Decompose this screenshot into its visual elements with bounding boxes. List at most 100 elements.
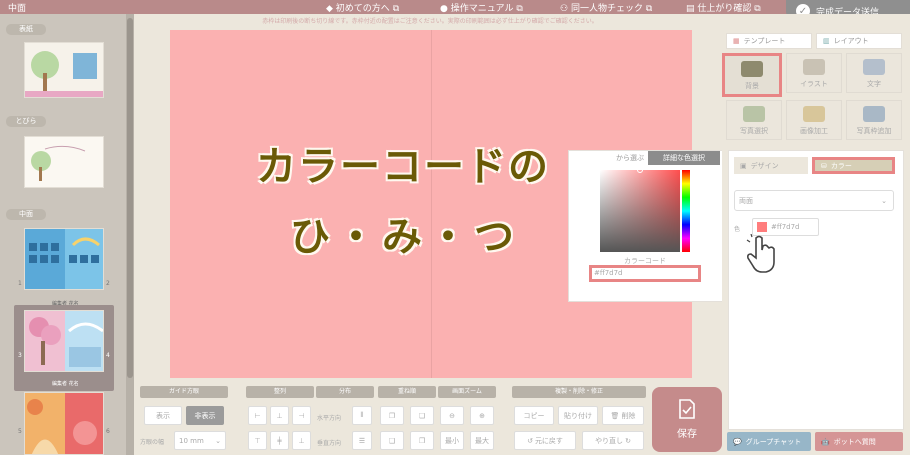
page-list-scrollbar[interactable] <box>126 14 134 455</box>
group-distribute: 分布 水平方向 ⫴ 垂直方向 ☰ <box>316 386 374 455</box>
page-number: 4 <box>106 352 110 359</box>
grid-width-label: 方眼の幅 <box>140 439 165 446</box>
group-title: 複製・削除・修正 <box>512 386 646 398</box>
saturation-value-picker[interactable] <box>600 170 680 252</box>
link-preview[interactable]: ▤ 仕上がり確認 ⧉ <box>686 1 761 14</box>
distribute-vertical-label: 垂直方向 <box>317 440 342 447</box>
group-title: 整列 <box>246 386 314 398</box>
zoom-out-button[interactable]: ⊖ <box>440 406 464 425</box>
target-page-select[interactable]: 両面 ⌄ <box>734 190 894 211</box>
image-edit-icon <box>803 106 825 122</box>
align-top-icon: ⊤ <box>254 436 261 445</box>
distribute-horizontal-icon: ⫴ <box>360 411 364 419</box>
tool-image-edit[interactable]: 画像加工 <box>786 100 842 140</box>
thumbnail-pages-5-6[interactable] <box>24 392 104 455</box>
color-swatch <box>757 222 767 232</box>
align-center-button[interactable]: ⊥ <box>270 406 289 425</box>
align-left-button[interactable]: ⊢ <box>248 406 267 425</box>
zoom-min-button[interactable]: 最小 <box>440 431 464 450</box>
external-link-icon: ⧉ <box>645 4 653 14</box>
send-backward-button[interactable]: ❑ <box>380 431 404 450</box>
tool-text[interactable]: 文字 <box>846 53 902 93</box>
chevron-down-icon: ⌄ <box>881 196 887 205</box>
group-title: 重ね順 <box>378 386 436 398</box>
thumbnail-cover[interactable] <box>24 42 104 98</box>
group-layer-order: 重ね順 ❐ ❏ ❑ ❒ <box>378 386 436 455</box>
cover-thumbnail-art <box>25 43 103 97</box>
template-icon: ▦ <box>733 37 740 45</box>
align-right-button[interactable]: ⊣ <box>292 406 311 425</box>
guide-show-button[interactable]: 表示 <box>144 406 182 425</box>
zoom-max-button[interactable]: 最大 <box>470 431 494 450</box>
undo-icon: ↺ <box>527 436 533 445</box>
tool-add-photo-frame[interactable]: 写真枠追加 <box>846 100 902 140</box>
design-icon: ▣ <box>740 161 747 170</box>
paste-button[interactable]: 貼り付け <box>558 406 598 425</box>
trim-notice: 赤枠は印刷後の断ち切り線です。赤枠付近の配置はご注意ください。実際の印刷範囲は必… <box>262 18 598 25</box>
tool-photo-select[interactable]: 写真選択 <box>726 100 782 140</box>
scrollbar-thumb[interactable] <box>127 18 133 378</box>
pages-3-4-thumbnail-art <box>25 311 103 371</box>
tab-palette[interactable]: から選ぶ <box>573 151 648 165</box>
group-guide-grid: ガイド方眼 表示 非表示 方眼の幅 10 mm ⌄ <box>140 386 228 455</box>
bring-to-front-button[interactable]: ❐ <box>380 406 404 425</box>
tab-detailed-color[interactable]: 詳細な色選択 <box>648 151 720 165</box>
color-code-value: #ff7d7d <box>594 269 623 277</box>
page-number: 1 <box>18 280 22 287</box>
hue-slider[interactable] <box>682 170 690 252</box>
thumbnail-pages-1-2[interactable] <box>24 228 104 290</box>
undo-button[interactable]: ↺ 元に戻す <box>514 431 576 450</box>
save-button[interactable]: 保存 <box>652 387 722 452</box>
align-middle-icon: ╪ <box>277 436 282 445</box>
page-number: 2 <box>106 280 110 287</box>
align-top-button[interactable]: ⊤ <box>248 431 267 450</box>
link-same-person-check[interactable]: ⚇ 同一人物チェック ⧉ <box>560 1 652 14</box>
grid-width-select[interactable]: 10 mm ⌄ <box>174 431 226 450</box>
tab-layouts[interactable]: ▥ レイアウト <box>816 33 902 49</box>
ask-bot-button[interactable]: 🤖 ボットへ質問 <box>815 432 903 451</box>
align-middle-button[interactable]: ╪ <box>270 431 289 450</box>
send-backward-icon: ❑ <box>388 436 396 445</box>
pages-5-6-thumbnail-art <box>25 393 103 454</box>
page-list-panel: 表紙 とびら 中面 1 2 編集者 花名 3 4 編集者 花名 5 6 <box>0 14 126 455</box>
tab-templates[interactable]: ▦ テンプレート <box>726 33 812 49</box>
align-bottom-button[interactable]: ⊥ <box>292 431 311 450</box>
copy-button[interactable]: コピー <box>514 406 554 425</box>
book-icon: ▤ <box>686 4 695 14</box>
section-tag-inner-pages: 中面 <box>6 209 46 220</box>
people-icon: ⚇ <box>560 4 569 14</box>
bring-forward-button[interactable]: ❏ <box>410 406 434 425</box>
link-manual[interactable]: ● 操作マニュアル ⧉ <box>440 1 523 14</box>
page-number: 3 <box>18 352 22 359</box>
external-link-icon: ⧉ <box>516 4 523 14</box>
link-first-time[interactable]: ◆ 初めての方へ ⧉ <box>326 1 399 14</box>
pointer-hand-icon <box>746 234 775 273</box>
external-link-icon: ⧉ <box>392 4 400 14</box>
zoom-out-icon: ⊖ <box>449 411 455 420</box>
trash-icon: 🗑 <box>610 411 620 420</box>
zoom-in-button[interactable]: ⊕ <box>470 406 494 425</box>
picker-handle[interactable] <box>637 167 643 173</box>
paint-bucket-icon: ⛁ <box>821 161 827 170</box>
distribute-vertical-icon: ☰ <box>358 436 366 445</box>
bring-front-icon: ❐ <box>388 411 396 420</box>
subtab-color[interactable]: ⛁ カラー <box>812 157 895 174</box>
pages-1-2-thumbnail-art <box>25 229 103 289</box>
background-icon <box>741 61 763 77</box>
subtab-design[interactable]: ▣ デザイン <box>734 157 808 174</box>
send-to-back-button[interactable]: ❒ <box>410 431 434 450</box>
delete-button[interactable]: 🗑 削除 <box>602 406 644 425</box>
distribute-horizontal-button[interactable]: ⫴ <box>352 406 372 425</box>
thumbnail-title-page[interactable] <box>24 136 104 188</box>
guide-hide-button[interactable]: 非表示 <box>186 406 224 425</box>
thumbnail-pages-3-4[interactable] <box>24 310 104 372</box>
tool-illustration[interactable]: イラスト <box>786 53 842 93</box>
tool-background[interactable]: 背景 <box>722 53 782 97</box>
color-code-input[interactable]: #ff7d7d <box>589 265 701 282</box>
group-chat-button[interactable]: 💬 グループチャット <box>727 432 811 451</box>
zoom-in-icon: ⊕ <box>479 411 485 420</box>
group-zoom: 画面ズーム ⊖ ⊕ 最小 最大 <box>438 386 496 455</box>
distribute-vertical-button[interactable]: ☰ <box>352 431 372 450</box>
palette-icon <box>803 59 825 75</box>
redo-button[interactable]: やり直し ↻ <box>582 431 644 450</box>
